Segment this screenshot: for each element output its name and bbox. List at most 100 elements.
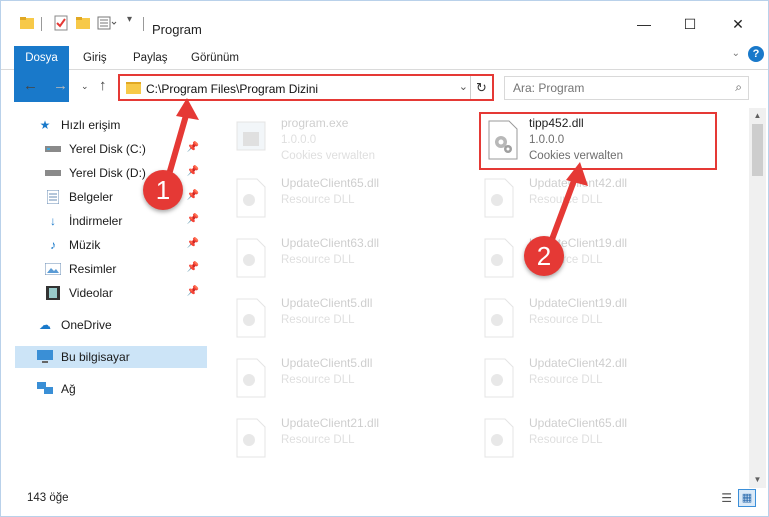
navigation-bar: ← → ⌄ ↑ C:\Program Files\Program Dizini …: [1, 71, 768, 105]
tab-home[interactable]: Giriş: [77, 46, 113, 70]
search-input[interactable]: [513, 80, 723, 96]
star-icon: ★: [39, 118, 51, 132]
file-name: UpdateClient65.dll: [281, 176, 380, 190]
scroll-thumb[interactable]: [752, 124, 763, 176]
sidebar-item-downloads[interactable]: ↓ İndirmeler 📌: [15, 210, 207, 232]
sidebar-item-label: Ağ: [61, 382, 76, 396]
pin-icon[interactable]: 📌: [187, 238, 199, 249]
item-count: 143 öğe: [27, 492, 69, 504]
sidebar-item-videos[interactable]: Videolar 📌: [15, 282, 207, 304]
chevron-down-icon[interactable]: ⌄: [732, 48, 740, 59]
forward-arrow-icon[interactable]: →: [53, 77, 68, 94]
large-icons-view-icon[interactable]: ▦: [738, 489, 756, 507]
scroll-up-icon[interactable]: ▲: [749, 108, 766, 124]
file-name: tipp452.dll: [529, 116, 584, 130]
computer-icon: [37, 350, 53, 364]
file-description: Resource DLL: [529, 194, 603, 206]
file-description: Resource DLL: [281, 374, 355, 386]
sidebar-item-disk-c[interactable]: Yerel Disk (C:) 📌: [15, 138, 207, 160]
pin-icon[interactable]: 📌: [187, 262, 199, 273]
file-description: Cookies verwalten: [281, 150, 375, 162]
search-box[interactable]: ⌕: [504, 76, 749, 100]
properties-icon[interactable]: [53, 15, 69, 31]
file-item[interactable]: program.exe 1.0.0.0 Cookies verwalten: [221, 110, 461, 166]
network-icon: [37, 382, 53, 396]
pin-icon[interactable]: 📌: [187, 214, 199, 225]
video-icon: [45, 286, 61, 300]
sidebar-item-network[interactable]: Ağ: [15, 378, 207, 400]
file-name: UpdateClient19.dll: [529, 296, 628, 310]
file-name: program.exe: [281, 116, 349, 130]
file-item[interactable]: UpdateClient5.dll Resource DLL: [221, 290, 461, 346]
file-description: Resource DLL: [281, 194, 355, 206]
sidebar-item-label: Videolar: [69, 286, 113, 300]
maximize-button[interactable]: ☐: [667, 9, 713, 39]
file-item[interactable]: UpdateClient42.dll Resource DLL: [469, 350, 709, 406]
dll-file-icon: [484, 418, 514, 458]
file-description: Resource DLL: [281, 254, 355, 266]
file-item[interactable]: UpdateClient19.dll Resource DLL: [469, 290, 709, 346]
sidebar-item-label: OneDrive: [61, 318, 112, 332]
sidebar-item-pictures[interactable]: Resimler 📌: [15, 258, 207, 280]
sidebar-item-this-pc[interactable]: Bu bilgisayar: [15, 346, 207, 368]
file-name: UpdateClient63.dll: [281, 236, 380, 250]
vertical-scrollbar[interactable]: ▲ ▼: [749, 108, 766, 488]
file-item-selected[interactable]: tipp452.dll 1.0.0.0 Cookies verwalten: [479, 112, 717, 170]
sidebar-item-label: Yerel Disk (D:): [69, 166, 146, 180]
details-view-icon[interactable]: ☰: [721, 491, 732, 505]
dll-file-icon: [236, 298, 266, 338]
file-item[interactable]: UpdateClient63.dll Resource DLL: [221, 230, 461, 286]
back-arrow-icon[interactable]: ←: [23, 77, 38, 94]
pin-icon[interactable]: 📌: [187, 190, 199, 201]
file-name: UpdateClient21.dll: [281, 416, 380, 430]
pin-icon[interactable]: 📌: [187, 166, 199, 177]
music-icon: ♪: [50, 238, 56, 252]
up-arrow-icon[interactable]: ↑: [99, 77, 107, 94]
download-icon: ↓: [50, 214, 56, 228]
address-bar[interactable]: C:\Program Files\Program Dizini ⌄ ↻: [118, 74, 494, 101]
documents-icon: [45, 190, 61, 204]
file-item[interactable]: UpdateClient65.dll Resource DLL: [221, 170, 461, 226]
tab-view[interactable]: Görünüm: [185, 46, 245, 70]
file-description: Resource DLL: [281, 314, 355, 326]
refresh-icon[interactable]: ↻: [470, 76, 492, 99]
chevron-down-icon[interactable]: ⌄: [459, 80, 468, 93]
file-item[interactable]: UpdateClient65.dll Resource DLL: [469, 410, 709, 466]
file-item[interactable]: UpdateClient5.dll Resource DLL: [221, 350, 461, 406]
toolbar-dropdown-icon[interactable]: ▾: [127, 14, 132, 30]
tab-share[interactable]: Paylaş: [127, 46, 174, 70]
file-item[interactable]: UpdateClient21.dll Resource DLL: [221, 410, 461, 466]
sidebar-item-quick-access[interactable]: ★ Hızlı erişim: [15, 114, 207, 136]
step-badge-2: 2: [524, 236, 564, 276]
file-name: UpdateClient5.dll: [281, 356, 373, 370]
recent-locations-icon[interactable]: ⌄: [81, 81, 89, 92]
file-name: UpdateClient42.dll: [529, 176, 628, 190]
file-item[interactable]: UpdateClient19.dll Resource DLL: [469, 230, 709, 286]
minimize-button[interactable]: —: [621, 9, 667, 39]
sidebar-item-onedrive[interactable]: ☁ OneDrive: [15, 314, 207, 336]
dll-file-icon: [236, 178, 266, 218]
scroll-down-icon[interactable]: ▼: [749, 472, 766, 488]
separator: [41, 17, 42, 31]
file-description: Cookies verwalten: [529, 150, 623, 162]
help-icon[interactable]: ?: [748, 46, 764, 62]
address-path[interactable]: C:\Program Files\Program Dizini: [146, 82, 318, 96]
close-button[interactable]: ✕: [715, 9, 761, 39]
pin-icon[interactable]: 📌: [187, 286, 199, 297]
file-name: UpdateClient5.dll: [281, 296, 373, 310]
customize-toolbar-icon[interactable]: [97, 15, 117, 31]
dll-file-icon: [488, 120, 518, 160]
sidebar-item-music[interactable]: ♪ Müzik 📌: [15, 234, 207, 256]
file-item[interactable]: UpdateClient42.dll Resource DLL: [469, 170, 709, 226]
folder-icon[interactable]: [19, 15, 35, 31]
search-icon[interactable]: ⌕: [735, 80, 742, 95]
pin-icon[interactable]: 📌: [187, 142, 199, 153]
file-list: program.exe 1.0.0.0 Cookies verwalten ti…: [221, 108, 741, 488]
sidebar-item-label: Yerel Disk (C:): [69, 142, 146, 156]
new-folder-icon[interactable]: [75, 15, 91, 31]
sidebar-item-label: Belgeler: [69, 190, 114, 204]
pictures-icon: [45, 262, 61, 276]
exe-file-icon: [236, 121, 266, 151]
folder-icon: [126, 82, 141, 94]
separator: [143, 17, 144, 31]
